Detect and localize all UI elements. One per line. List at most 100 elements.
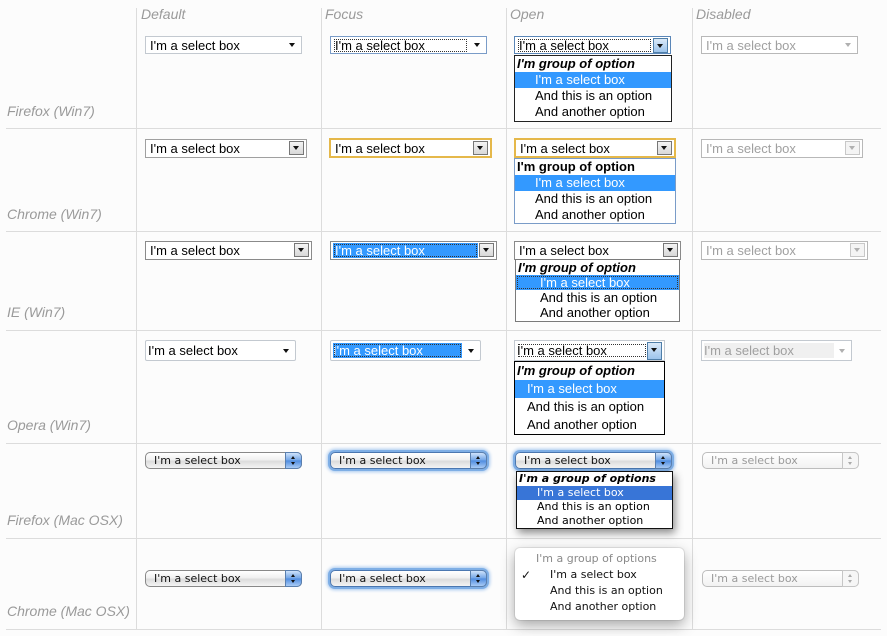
row-divider bbox=[6, 629, 881, 630]
row-divider bbox=[6, 128, 881, 129]
chrome-win7-dropdown-list: I'm group of option I'm a select box And… bbox=[514, 158, 676, 224]
chevron-down-icon bbox=[294, 243, 309, 257]
chevron-down-icon bbox=[850, 243, 865, 257]
select-value: I'm a select box bbox=[333, 243, 478, 258]
option[interactable]: And another option bbox=[515, 599, 684, 615]
select-value: I'm a select box bbox=[339, 454, 426, 467]
opera-win7-focus-select[interactable]: I'm a select box bbox=[330, 340, 481, 361]
option-selected[interactable]: ✓ I'm a select box bbox=[515, 567, 684, 583]
firefox-mac-focus-select[interactable]: I'm a select box bbox=[330, 452, 487, 469]
chevron-down-icon bbox=[464, 344, 478, 358]
select-value: I'm a select box bbox=[520, 141, 610, 156]
select-value: I'm a select box bbox=[706, 141, 796, 156]
option-selected[interactable]: I'm a select box bbox=[515, 72, 671, 88]
column-header-focus: Focus bbox=[325, 6, 364, 22]
up-down-arrows-icon bbox=[470, 452, 487, 469]
firefox-win7-open-select[interactable]: I'm a select box bbox=[514, 36, 671, 54]
chrome-win7-focus-select[interactable]: I'm a select box bbox=[329, 138, 492, 158]
option-selected[interactable]: I'm a select box bbox=[515, 175, 675, 191]
select-value: I'm a select box bbox=[711, 572, 798, 585]
column-divider bbox=[506, 8, 507, 630]
chrome-mac-dropdown-menu: I'm a group of options ✓ I'm a select bo… bbox=[515, 548, 684, 620]
option-group-label: I'm a group of options bbox=[536, 552, 657, 565]
opera-win7-default-select[interactable]: I'm a select box bbox=[145, 340, 296, 361]
option[interactable]: And this is an option bbox=[517, 500, 672, 514]
row-divider bbox=[6, 231, 881, 232]
row-divider bbox=[6, 538, 881, 539]
chevron-down-icon bbox=[289, 141, 304, 155]
option-label: I'm a select box bbox=[550, 568, 637, 581]
chrome-win7-default-select[interactable]: I'm a select box bbox=[145, 139, 307, 158]
option-selected[interactable]: I'm a select box bbox=[516, 275, 679, 290]
select-value: I'm a select box bbox=[339, 572, 426, 585]
chevron-down-icon[interactable] bbox=[647, 342, 662, 360]
up-down-arrows-icon bbox=[842, 452, 859, 469]
up-down-arrows-icon bbox=[285, 452, 302, 469]
option[interactable]: And this is an option bbox=[515, 583, 684, 599]
firefox-win7-dropdown-list: I'm group of option I'm a select box And… bbox=[514, 55, 672, 122]
select-value: I'm a select box bbox=[524, 454, 611, 467]
firefox-win7-disabled-select: I'm a select box bbox=[701, 36, 858, 54]
ie-win7-focus-select[interactable]: I'm a select box bbox=[330, 241, 497, 260]
ie-win7-disabled-select: I'm a select box bbox=[701, 241, 868, 260]
chrome-mac-focus-select[interactable]: I'm a select box bbox=[330, 570, 487, 587]
up-down-arrows-icon bbox=[470, 570, 487, 587]
chevron-down-icon bbox=[479, 243, 494, 257]
option[interactable]: And another option bbox=[517, 514, 672, 528]
chevron-down-icon bbox=[279, 344, 293, 358]
chevron-down-icon[interactable] bbox=[663, 243, 678, 257]
select-value: I'm a select box bbox=[150, 243, 240, 258]
firefox-mac-open-select[interactable]: I'm a select box bbox=[515, 452, 672, 469]
ie-win7-default-select[interactable]: I'm a select box bbox=[145, 241, 312, 260]
option[interactable]: And this is an option bbox=[515, 88, 671, 104]
column-header-disabled: Disabled bbox=[696, 6, 751, 22]
select-value: I'm a select box bbox=[706, 243, 796, 258]
chevron-down-icon bbox=[285, 38, 299, 52]
option-selected[interactable]: I'm a select box bbox=[517, 486, 672, 500]
row-label-ie-win7: IE (Win7) bbox=[7, 304, 66, 320]
row-label-firefox-win7: Firefox (Win7) bbox=[7, 103, 95, 119]
select-value: I'm a select box bbox=[517, 38, 652, 53]
chrome-mac-default-select[interactable]: I'm a select box bbox=[145, 570, 302, 587]
option-selected[interactable]: I'm a select box bbox=[515, 380, 664, 398]
option[interactable]: And another option bbox=[515, 416, 664, 434]
firefox-win7-focus-select[interactable]: I'm a select box bbox=[330, 36, 487, 54]
select-value: I'm a select box bbox=[154, 454, 241, 467]
select-value: I'm a select box bbox=[706, 38, 796, 53]
option[interactable]: And another option bbox=[515, 104, 671, 120]
chrome-mac-disabled-select: I'm a select box bbox=[702, 570, 859, 587]
select-comparison-grid: Default Focus Open Disabled Firefox (Win… bbox=[0, 0, 887, 636]
select-value: I'm a select box bbox=[711, 454, 798, 467]
opera-win7-open-select[interactable]: I'm a select box bbox=[514, 340, 665, 361]
chrome-win7-disabled-select: I'm a select box bbox=[701, 139, 863, 158]
row-divider bbox=[6, 330, 881, 331]
firefox-mac-dropdown-list: I'm a group of options I'm a select box … bbox=[516, 471, 673, 529]
option[interactable]: And this is an option bbox=[516, 290, 679, 305]
select-value: I'm a select box bbox=[333, 38, 468, 53]
up-down-arrows-icon bbox=[285, 570, 302, 587]
opera-win7-disabled-select: I'm a select box bbox=[701, 340, 852, 361]
row-label-chrome-mac: Chrome (Mac OSX) bbox=[7, 603, 130, 619]
option[interactable]: And another option bbox=[515, 207, 675, 223]
chevron-down-icon[interactable] bbox=[657, 141, 672, 155]
ie-win7-open-select[interactable]: I'm a select box bbox=[514, 241, 681, 260]
opera-win7-dropdown-list: I'm group of option I'm a select box And… bbox=[514, 361, 665, 435]
select-value: I'm a select box bbox=[704, 343, 834, 358]
firefox-mac-default-select[interactable]: I'm a select box bbox=[145, 452, 302, 469]
option-group-label: I'm a group of options bbox=[519, 472, 656, 485]
select-value: I'm a select box bbox=[150, 141, 240, 156]
option[interactable]: And this is an option bbox=[515, 398, 664, 416]
up-down-arrows-icon[interactable] bbox=[655, 452, 672, 469]
chevron-down-icon[interactable] bbox=[653, 38, 668, 53]
select-value: I'm a select box bbox=[150, 38, 240, 53]
chevron-down-icon bbox=[473, 141, 488, 155]
row-label-firefox-mac: Firefox (Mac OSX) bbox=[7, 512, 123, 528]
option[interactable]: And this is an option bbox=[515, 191, 675, 207]
option-group-label: I'm group of option bbox=[517, 363, 635, 378]
option[interactable]: And another option bbox=[516, 305, 679, 320]
chevron-down-icon bbox=[841, 38, 855, 52]
option-group-label: I'm group of option bbox=[517, 56, 635, 71]
firefox-win7-default-select[interactable]: I'm a select box bbox=[145, 36, 302, 54]
select-value: I'm a select box bbox=[517, 343, 647, 358]
chrome-win7-open-select[interactable]: I'm a select box bbox=[514, 138, 676, 158]
